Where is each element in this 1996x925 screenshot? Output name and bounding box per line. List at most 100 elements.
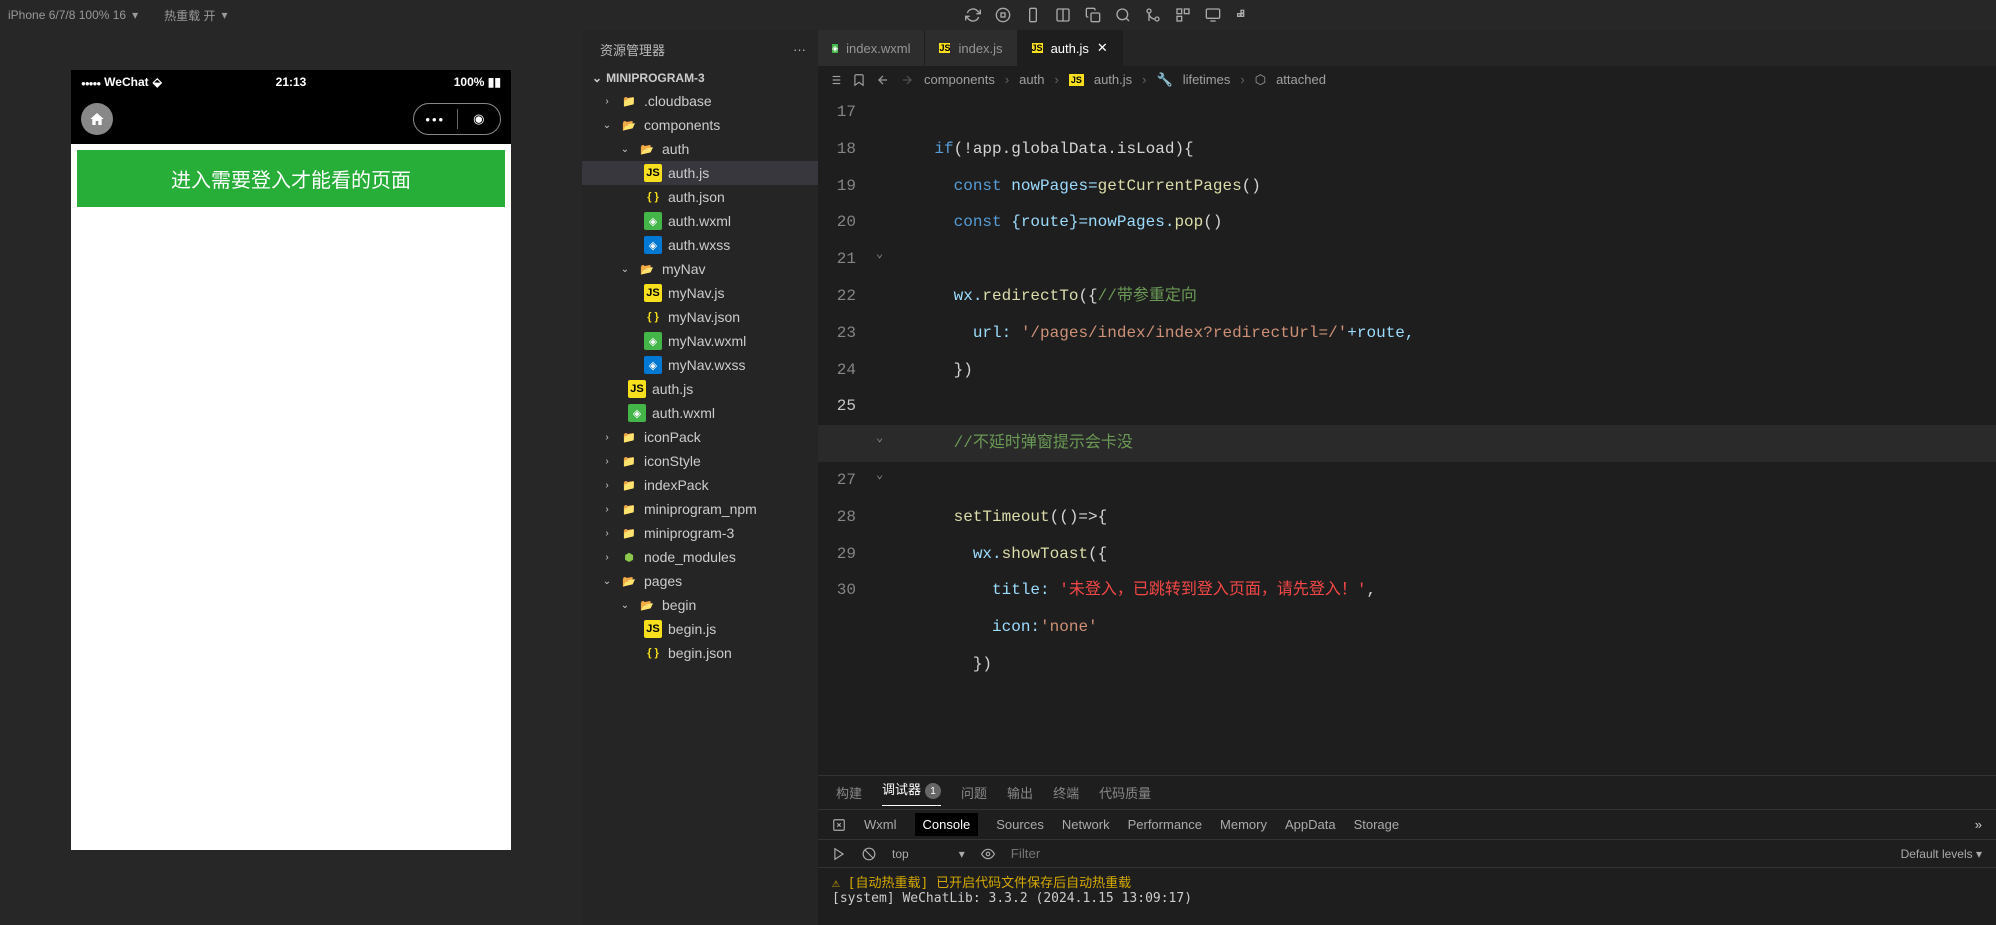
levels-selector[interactable]: Default levels ▾ [1901, 847, 1982, 861]
context-selector[interactable]: top ▾ [892, 847, 965, 861]
refresh-icon[interactable] [965, 7, 981, 23]
subtab-storage[interactable]: Storage [1354, 817, 1400, 832]
tab-build[interactable]: 构建 [836, 783, 862, 802]
stop-icon[interactable] [995, 7, 1011, 23]
bookmark-icon[interactable] [852, 73, 866, 87]
tree-mynav-wxss[interactable]: ◈myNav.wxss [582, 353, 818, 377]
filter-input[interactable] [1011, 846, 1885, 861]
tree-begin-js[interactable]: JSbegin.js [582, 617, 818, 641]
tree-begin-folder[interactable]: ⌄📂begin [582, 593, 818, 617]
signal-icon [81, 75, 100, 89]
tab-quality[interactable]: 代码质量 [1099, 783, 1151, 802]
breadcrumb-item[interactable]: components [924, 72, 995, 87]
tab-terminal[interactable]: 终端 [1053, 783, 1079, 802]
breadcrumb-item[interactable]: lifetimes [1183, 72, 1231, 87]
inspect-icon[interactable] [832, 818, 846, 832]
subtab-appdata[interactable]: AppData [1285, 817, 1336, 832]
simulator-panel: WeChat ⬙ 21:13 100% ▮▮ ◉ 进入需要登入才能看的页面 [0, 30, 582, 925]
more-icon[interactable]: » [1975, 817, 1982, 832]
hot-reload-toggle[interactable]: 热重载 开 [164, 7, 215, 24]
tree-auth-wxml2[interactable]: ◈auth.wxml [582, 401, 818, 425]
console-toolbar: Wxml Console Sources Network Performance… [818, 810, 1996, 840]
tab-output[interactable]: 输出 [1007, 783, 1033, 802]
capsule-menu[interactable]: ◉ [413, 103, 501, 135]
close-icon[interactable]: ◉ [458, 111, 501, 127]
breadcrumb: components› auth› JSauth.js› 🔧lifetimes›… [818, 66, 1996, 94]
code-content[interactable]: if(!app.globalData.isLoad){ const nowPag… [876, 94, 1996, 775]
tree-auth-wxss[interactable]: ◈auth.wxss [582, 233, 818, 257]
tree-auth-wxml[interactable]: ◈auth.wxml [582, 209, 818, 233]
breadcrumb-item[interactable]: auth [1019, 72, 1044, 87]
phone-nav-bar: ◉ [71, 94, 511, 144]
fold-icon[interactable]: ⌄ [876, 425, 883, 453]
tree-indexpack[interactable]: ›📁indexPack [582, 473, 818, 497]
tree-auth-json[interactable]: { }auth.json [582, 185, 818, 209]
close-icon[interactable]: ✕ [1097, 40, 1108, 56]
fold-icon[interactable]: ⌄ [876, 462, 883, 490]
tree-iconstyle[interactable]: ›📁iconStyle [582, 449, 818, 473]
top-toolbar: iPhone 6/7/8 100% 16 ▾ 热重载 开 ▾ [0, 0, 1996, 30]
tab-auth-js[interactable]: JSauth.js✕ [1018, 30, 1123, 66]
copy-icon[interactable] [1085, 7, 1101, 23]
tree-auth-js2[interactable]: JSauth.js [582, 377, 818, 401]
breadcrumb-item[interactable]: auth.js [1094, 72, 1132, 87]
code-editor[interactable]: 17181920 21222324 252627 282930 ⌄ ⌄ ⌄ if… [818, 94, 1996, 775]
tree-components[interactable]: ⌄📂components [582, 113, 818, 137]
docker-icon[interactable] [1235, 7, 1251, 23]
device-icon[interactable] [1025, 7, 1041, 23]
tree-miniprogram3[interactable]: ›📁miniprogram-3 [582, 521, 818, 545]
terminal-icon[interactable] [1205, 7, 1221, 23]
console-filter-bar: top ▾ Default levels ▾ [818, 840, 1996, 868]
status-time: 21:13 [221, 75, 361, 89]
subtab-wxml[interactable]: Wxml [864, 817, 897, 832]
console-log-line: [system] WeChatLib: 3.3.2 (2024.1.15 13:… [832, 891, 1982, 906]
device-selector[interactable]: iPhone 6/7/8 100% 16 [8, 8, 126, 22]
tree-miniprogram-npm[interactable]: ›📁miniprogram_npm [582, 497, 818, 521]
tab-issues[interactable]: 问题 [961, 783, 987, 802]
wifi-icon: ⬙ [153, 75, 162, 89]
console-output[interactable]: [自动热重载] 已开启代码文件保存后自动热重载 [system] WeChatL… [818, 868, 1996, 925]
fold-icon[interactable]: ⌄ [876, 241, 883, 269]
play-icon[interactable] [832, 847, 846, 861]
enter-login-page-button[interactable]: 进入需要登入才能看的页面 [77, 150, 505, 207]
breadcrumb-item[interactable]: attached [1276, 72, 1326, 87]
tree-cloudbase[interactable]: ›📁.cloudbase [582, 89, 818, 113]
tree-mynav-js[interactable]: JSmyNav.js [582, 281, 818, 305]
tree-pages[interactable]: ⌄📂pages [582, 569, 818, 593]
tree-mynav-json[interactable]: { }myNav.json [582, 305, 818, 329]
explorer-title: 资源管理器 [600, 40, 665, 59]
tree-auth-folder[interactable]: ⌄📂auth [582, 137, 818, 161]
subtab-memory[interactable]: Memory [1220, 817, 1267, 832]
back-icon[interactable] [876, 73, 890, 87]
tab-index-wxml[interactable]: ◈index.wxml [818, 30, 925, 66]
git-icon[interactable] [1145, 7, 1161, 23]
tree-iconpack[interactable]: ›📁iconPack [582, 425, 818, 449]
tab-index-js[interactable]: JSindex.js [925, 30, 1017, 66]
list-icon[interactable] [828, 73, 842, 87]
tree-mynav-wxml[interactable]: ◈myNav.wxml [582, 329, 818, 353]
eye-icon[interactable] [981, 847, 995, 861]
menu-icon[interactable] [414, 112, 457, 127]
home-button[interactable] [81, 103, 113, 135]
search-icon[interactable] [1115, 7, 1131, 23]
forward-icon[interactable] [900, 73, 914, 87]
project-root[interactable]: ⌄MINIPROGRAM-3 [582, 67, 818, 89]
subtab-performance[interactable]: Performance [1128, 817, 1202, 832]
editor-tabs: ◈index.wxml JSindex.js JSauth.js✕ [818, 30, 1996, 66]
tree-begin-json[interactable]: { }begin.json [582, 641, 818, 665]
editor-panel: ◈index.wxml JSindex.js JSauth.js✕ compon… [818, 30, 1996, 925]
split-icon[interactable] [1055, 7, 1071, 23]
tree-auth-js[interactable]: JSauth.js [582, 161, 818, 185]
extensions-icon[interactable] [1175, 7, 1191, 23]
tab-debug[interactable]: 调试器1 [882, 779, 941, 807]
subtab-sources[interactable]: Sources [996, 817, 1044, 832]
tree-node-modules[interactable]: ›⬢node_modules [582, 545, 818, 569]
more-icon[interactable]: ··· [793, 42, 806, 57]
subtab-console[interactable]: Console [915, 813, 979, 836]
clear-icon[interactable] [862, 847, 876, 861]
phone-frame: WeChat ⬙ 21:13 100% ▮▮ ◉ 进入需要登入才能看的页面 [71, 70, 511, 850]
tree-mynav-folder[interactable]: ⌄📂myNav [582, 257, 818, 281]
subtab-network[interactable]: Network [1062, 817, 1110, 832]
explorer-panel: 资源管理器 ··· ⌄MINIPROGRAM-3 ›📁.cloudbase ⌄📂… [582, 30, 818, 925]
chevron-down-icon[interactable]: ▾ [132, 8, 138, 22]
